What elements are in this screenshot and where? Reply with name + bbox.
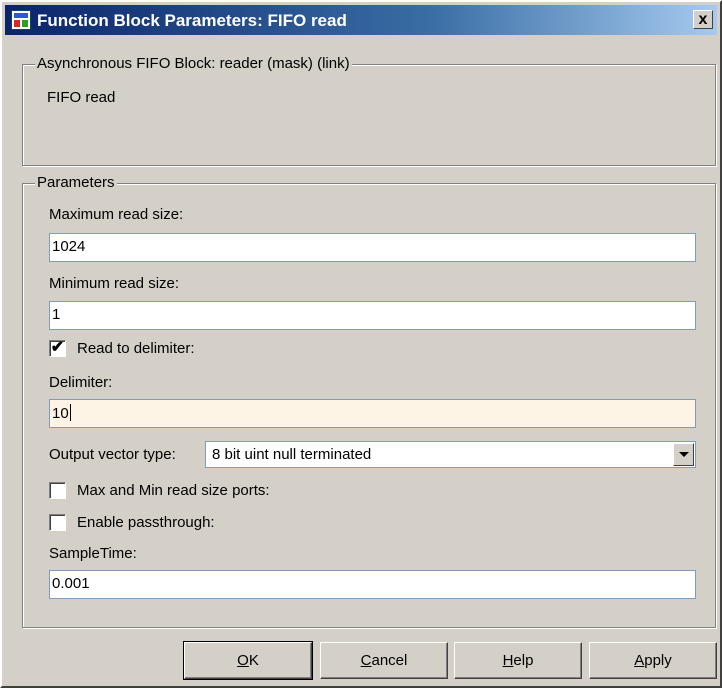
apply-label-rest: pply	[644, 652, 672, 669]
max-min-ports-row[interactable]: Max and Min read size ports:	[49, 482, 369, 502]
max-min-ports-checkbox[interactable]	[49, 482, 66, 499]
parameters-group: Parameters Maximum read size: 1024 Minim…	[22, 174, 716, 628]
max-min-ports-label: Max and Min read size ports:	[77, 482, 270, 499]
help-label-rest: elp	[513, 652, 534, 669]
delimiter-label: Delimiter:	[49, 374, 113, 391]
block-description: FIFO read	[47, 89, 116, 106]
max-read-size-input[interactable]: 1024	[49, 233, 696, 262]
read-to-delimiter-checkbox[interactable]: ✔	[49, 340, 66, 357]
sample-time-input[interactable]: 0.001	[49, 570, 696, 599]
output-vector-type-label: Output vector type:	[49, 446, 176, 463]
enable-passthrough-checkbox[interactable]	[49, 514, 66, 531]
output-vector-type-select[interactable]: 8 bit uint null terminated	[205, 441, 696, 468]
read-to-delimiter-row[interactable]: ✔ Read to delimiter:	[49, 340, 349, 360]
enable-passthrough-row[interactable]: Enable passthrough:	[49, 514, 369, 534]
chevron-down-icon[interactable]	[673, 443, 694, 466]
sample-time-label: SampleTime:	[49, 545, 137, 562]
window-title: Function Block Parameters: FIFO read	[37, 11, 347, 30]
output-vector-type-value: 8 bit uint null terminated	[212, 446, 372, 463]
description-group: Asynchronous FIFO Block: reader (mask) (…	[22, 55, 716, 166]
simulink-block-icon	[11, 10, 31, 30]
cancel-mnemonic: C	[360, 652, 372, 669]
description-group-legend: Asynchronous FIFO Block: reader (mask) (…	[35, 55, 352, 72]
apply-button[interactable]: Apply	[589, 642, 717, 679]
text-caret	[69, 404, 71, 421]
ok-button[interactable]: OK	[183, 641, 313, 680]
dialog-window: Function Block Parameters: FIFO read x A…	[0, 0, 722, 688]
help-mnemonic: H	[502, 652, 514, 669]
delimiter-value: 10	[52, 405, 69, 422]
cancel-label-rest: ancel	[371, 652, 408, 669]
max-read-size-label: Maximum read size:	[49, 206, 184, 223]
apply-mnemonic: A	[634, 652, 645, 669]
parameters-group-legend: Parameters	[35, 174, 117, 191]
title-bar[interactable]: Function Block Parameters: FIFO read x	[5, 5, 717, 35]
ok-mnemonic: O	[237, 652, 249, 669]
delimiter-input[interactable]: 10	[49, 399, 696, 428]
min-read-size-label: Minimum read size:	[49, 275, 180, 292]
min-read-size-input[interactable]: 1	[49, 301, 696, 330]
enable-passthrough-label: Enable passthrough:	[77, 514, 215, 531]
close-icon[interactable]: x	[693, 10, 713, 29]
help-button[interactable]: Help	[454, 642, 582, 679]
ok-label-rest: K	[248, 652, 259, 669]
cancel-button[interactable]: Cancel	[320, 642, 448, 679]
read-to-delimiter-label: Read to delimiter:	[77, 340, 195, 357]
